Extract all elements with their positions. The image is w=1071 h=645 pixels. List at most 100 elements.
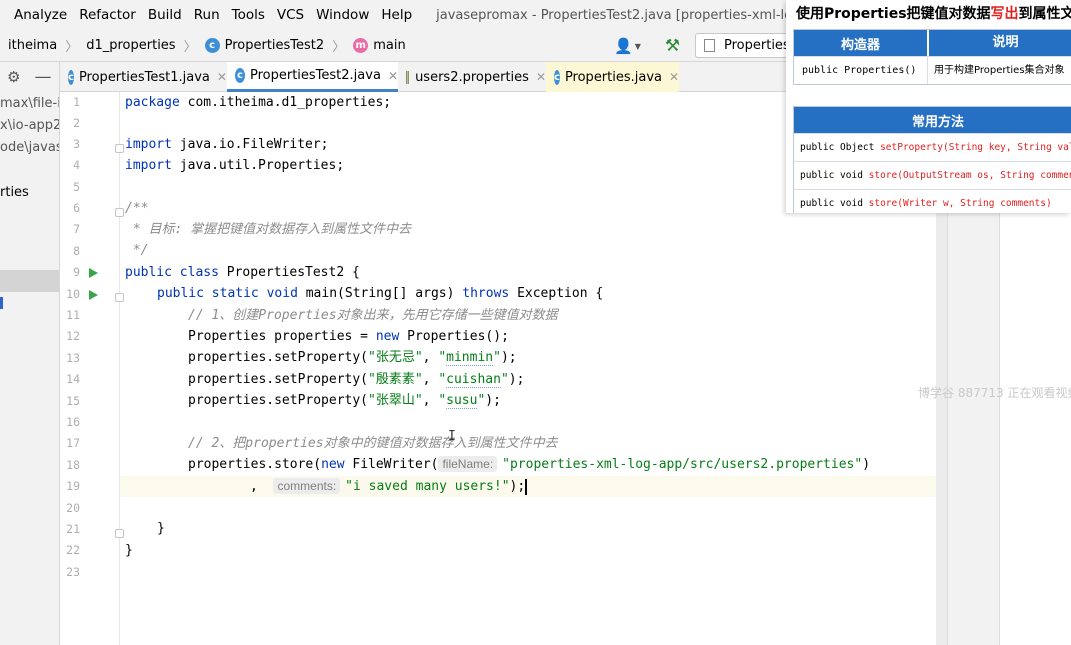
code-text: , — [250, 479, 258, 494]
gear-icon[interactable]: ⚙ — [7, 68, 20, 86]
breadcrumb-separator-icon: 〉 — [332, 40, 346, 55]
line-number: 17 — [66, 436, 80, 450]
menu-refactor[interactable]: Refactor — [73, 0, 142, 30]
fold-icon[interactable] — [115, 208, 124, 217]
build-hammer-icon[interactable]: ⚒ — [665, 36, 680, 56]
chevron-down-icon[interactable]: ▼ — [635, 42, 641, 51]
menu-tools[interactable]: Tools — [226, 0, 271, 30]
overlay-title-highlight: 写出 — [990, 6, 1019, 22]
breadcrumb-separator-icon: 〉 — [65, 40, 79, 55]
string-literal: "殷素素" — [368, 372, 423, 387]
keyword: import — [125, 158, 172, 173]
code-line: package com.itheima.d1_properties; — [125, 92, 391, 113]
keyword: public — [157, 286, 204, 301]
tree-item[interactable]: max\file-io — [0, 96, 59, 111]
tree-item[interactable]: ode\javase — [0, 140, 59, 155]
tab-users2-properties[interactable]: users2.properties ✕ — [398, 62, 546, 92]
line-number: 13 — [66, 351, 80, 365]
string-literal: "properties-xml-log-app/src/users2.prope… — [502, 457, 863, 472]
code-comment: */ — [125, 243, 149, 258]
line-number: 18 — [66, 458, 80, 472]
string-literal: "i saved many users!" — [345, 479, 510, 494]
line-number: 9 — [73, 265, 80, 279]
breadcrumb-d1-properties[interactable]: d1_properties 〉 — [78, 36, 196, 55]
line-number: 19 — [66, 479, 80, 493]
table-row: public void store(OutputStream os, Strin… — [794, 161, 1071, 189]
code-text: FileWriter( — [344, 457, 439, 472]
code-text: , — [422, 393, 439, 408]
user-icon[interactable]: 👤 — [614, 37, 633, 55]
line-number: 8 — [73, 244, 80, 258]
toolbar-actions: 👤 ▼ ⚒ — [614, 30, 680, 62]
code-line: , comments: "i saved many users!"); — [250, 476, 528, 497]
tree-item[interactable]: x\io-app2 — [0, 118, 59, 133]
tab-propertiestest1[interactable]: c PropertiesTest1.java ✕ — [60, 62, 227, 92]
close-icon[interactable]: ✕ — [217, 70, 227, 84]
breadcrumb-separator-icon: 〉 — [183, 40, 197, 55]
code-text: ); — [485, 393, 501, 408]
fold-icon[interactable] — [115, 293, 124, 302]
code-line: properties.store(new FileWriter(fileName… — [188, 454, 870, 475]
overlay-title-text: 使用Properties把键值对数据 — [796, 6, 991, 22]
code-text: ) — [862, 457, 871, 472]
run-class-icon[interactable] — [89, 268, 98, 278]
code-text: properties.store( — [188, 457, 322, 472]
tree-item[interactable]: rties — [0, 185, 29, 200]
column-header: 说明 — [927, 30, 1071, 56]
reference-overlay-panel: 使用Properties把键值对数据写出到属性文件 构造器 说明 public … — [786, 0, 1071, 213]
table-cell: public Object setProperty(String key, St… — [794, 142, 1071, 153]
keyword: import — [125, 137, 172, 152]
menu-window[interactable]: Window — [310, 0, 375, 30]
methods-table: 常用方法 public Object setProperty(String ke… — [793, 106, 1071, 213]
menu-build[interactable]: Build — [142, 0, 188, 30]
method-prefix: public Object — [800, 142, 881, 153]
line-number: 1 — [73, 95, 80, 109]
parameter-hint: fileName: — [438, 456, 498, 472]
code-text: java.util.Properties; — [171, 158, 345, 173]
gutter: 1 2 3 4 5 6 7 8 9 10 11 12 13 14 15 16 1… — [60, 92, 124, 645]
fold-icon[interactable] — [115, 529, 124, 538]
string-literal: " — [493, 350, 501, 365]
string-literal: " — [438, 372, 447, 387]
string-literal: minmin — [446, 350, 494, 366]
tab-properties-java[interactable]: c Properties.java ✕ — [546, 62, 679, 92]
code-line: import java.io.FileWriter; — [125, 134, 329, 155]
code-comment: // 1、创建Properties对象出来，先用它存储一些键值对数据 — [188, 308, 558, 323]
text-caret — [525, 478, 528, 495]
breadcrumb-label: itheima — [8, 38, 58, 53]
class-icon: c — [235, 68, 245, 83]
string-literal: " — [500, 372, 509, 387]
menu-help[interactable]: Help — [375, 0, 418, 30]
breadcrumb-itheima[interactable]: itheima 〉 — [0, 36, 78, 55]
breadcrumb-class[interactable]: c PropertiesTest2 〉 — [197, 36, 346, 55]
code-text: Properties properties = — [188, 329, 376, 344]
tab-propertiestest2[interactable]: c PropertiesTest2.java ✕ — [227, 62, 398, 92]
run-configuration-select[interactable]: Properties — [695, 33, 795, 58]
code-text: Exception { — [509, 286, 604, 301]
line-number: 5 — [73, 180, 80, 194]
table-cell: public void store(OutputStream os, Strin… — [794, 170, 1071, 181]
line-number: 7 — [73, 222, 80, 236]
tab-label: PropertiesTest1.java — [78, 69, 210, 85]
keyword: new — [321, 457, 345, 472]
line-number: 23 — [66, 565, 80, 579]
line-number: 21 — [66, 522, 80, 536]
menu-analyze[interactable]: Analyze — [0, 0, 73, 30]
string-literal: susu — [446, 393, 478, 409]
menu-vcs[interactable]: VCS — [271, 0, 310, 30]
close-icon[interactable]: ✕ — [536, 70, 546, 84]
breadcrumb-method[interactable]: m main — [345, 38, 406, 53]
code-line: public static void main(String[] args) t… — [157, 283, 603, 304]
collapse-icon[interactable]: — — [34, 67, 51, 87]
run-main-icon[interactable] — [89, 290, 98, 300]
fold-icon[interactable] — [115, 144, 124, 153]
line-number: 10 — [66, 287, 80, 301]
code-text: PropertiesTest2 { — [218, 265, 360, 280]
tree-item-selected[interactable] — [0, 270, 59, 292]
method-signature: store(OutputStream os, String comments) — [868, 170, 1071, 181]
table-cell: public Properties() — [802, 65, 917, 76]
tab-label: PropertiesTest2.java — [249, 68, 381, 83]
close-icon[interactable]: ✕ — [669, 70, 679, 84]
menu-run[interactable]: Run — [188, 0, 226, 30]
close-icon[interactable]: ✕ — [388, 69, 398, 83]
